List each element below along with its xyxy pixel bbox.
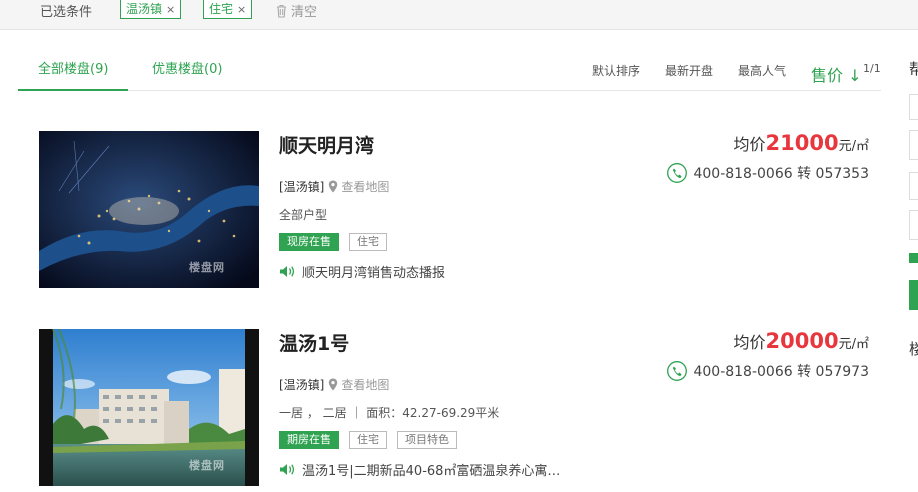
project-feature-badge: 项目特色	[397, 431, 457, 449]
listing-tabs-bar: 全部楼盘(9) 优惠楼盘(0) 默认排序 最新开盘 最高人气 售价 ↓ 1/1	[18, 55, 881, 91]
property-location: [温汤镇] 查看地图	[279, 178, 389, 195]
tab-all-properties[interactable]: 全部楼盘(9)	[18, 55, 129, 91]
phone-contact[interactable]: 400-818-0066 转 057973	[667, 361, 869, 381]
sidebar-input[interactable]	[909, 94, 918, 120]
view-map-label: 查看地图	[341, 180, 390, 194]
property-badges: 期房在售 住宅 项目特色	[279, 431, 467, 449]
sidebar-input[interactable]	[909, 210, 918, 240]
sidebar-input[interactable]	[909, 172, 918, 200]
sidebar-checkbox[interactable]	[909, 253, 918, 263]
sidebar-heading: 楼	[909, 340, 918, 358]
property-listing: 楼盘网 温汤1号 [温汤镇] 查看地图 一居 ， 二居 ｜ 面积：42.27-6…	[39, 329, 879, 489]
sort-price[interactable]: 售价 ↓	[811, 62, 862, 86]
property-listing: 楼盘网 顺天明月湾 [温汤镇] 查看地图 全部户型 现房在售 住宅 顺天明月湾销…	[39, 131, 879, 291]
property-location: [温汤镇] 查看地图	[279, 376, 389, 393]
property-layout: 全部户型	[279, 208, 328, 222]
remove-filter-icon[interactable]: ×	[237, 3, 246, 16]
building-render-image	[39, 329, 259, 486]
view-map-link[interactable]: 查看地图	[328, 178, 389, 195]
filter-tag-district[interactable]: 温汤镇 ×	[120, 0, 182, 19]
right-sidebar-clipped: 帮 楼	[909, 0, 918, 492]
tab-discounted-properties[interactable]: 优惠楼盘(0)	[152, 55, 222, 91]
sort-popular[interactable]: 最高人气	[738, 62, 786, 79]
selected-filters-bar: 已选条件 温汤镇 × 住宅 × 清空	[0, 0, 918, 30]
sort-price-label: 售价	[811, 66, 844, 85]
phone-number: 400-818-0066 转 057973	[693, 364, 869, 380]
property-district[interactable]: [温汤镇]	[279, 178, 324, 195]
property-news-link[interactable]: 温汤1号|二期新品40-68㎡富硒温泉养心寓…	[279, 460, 560, 479]
speaker-icon	[280, 464, 295, 475]
sidebar-heading: 帮	[909, 60, 918, 78]
sort-newest[interactable]: 最新开盘	[665, 62, 713, 79]
property-type-badge: 住宅	[349, 431, 387, 449]
price-contact: 均价20000元/㎡ 400-818-0066 转 057973	[667, 329, 869, 381]
clear-filters-label: 清空	[291, 5, 318, 20]
sale-status-badge: 现房在售	[279, 233, 339, 251]
property-district[interactable]: [温汤镇]	[279, 376, 324, 393]
average-price: 均价21000元/㎡	[667, 131, 869, 155]
filter-tag-label: 住宅	[209, 2, 234, 16]
filters-label: 已选条件	[40, 5, 93, 20]
phone-contact[interactable]: 400-818-0066 转 057353	[667, 163, 869, 183]
property-photo[interactable]: 楼盘网	[39, 131, 259, 288]
property-news-text: 顺天明月湾销售动态播报	[302, 266, 446, 281]
watermark-logo: 楼盘网	[189, 459, 225, 472]
property-type-badge: 住宅	[349, 233, 387, 251]
price-unit: 元/㎡	[838, 337, 869, 352]
price-unit: 元/㎡	[838, 139, 869, 154]
view-map-label: 查看地图	[341, 378, 390, 392]
page-indicator: 1/1	[863, 62, 881, 75]
sort-default[interactable]: 默认排序	[592, 62, 640, 79]
trash-icon	[277, 4, 286, 18]
property-name[interactable]: 温汤1号	[279, 329, 349, 356]
property-name[interactable]: 顺天明月湾	[279, 131, 374, 158]
sidebar-submit-button[interactable]	[909, 280, 918, 310]
map-pin-icon	[329, 378, 338, 391]
clear-filters-button[interactable]: 清空	[275, 1, 317, 20]
property-news-link[interactable]: 顺天明月湾销售动态播报	[279, 262, 445, 281]
phone-icon	[667, 361, 688, 381]
property-photo[interactable]: 楼盘网	[39, 329, 259, 486]
speaker-icon	[280, 266, 295, 277]
view-map-link[interactable]: 查看地图	[328, 376, 389, 393]
filter-tag-type[interactable]: 住宅 ×	[203, 0, 253, 19]
arrow-down-icon: ↓	[848, 66, 862, 85]
sale-status-badge: 期房在售	[279, 431, 339, 449]
filter-tag-label: 温汤镇	[126, 2, 163, 16]
watermark-logo: 楼盘网	[189, 261, 225, 274]
property-layout: 一居 ， 二居 ｜ 面积：42.27-69.29平米	[279, 406, 500, 420]
property-badges: 现房在售 住宅	[279, 233, 397, 251]
average-price: 均价20000元/㎡	[667, 329, 869, 353]
phone-icon	[667, 163, 688, 183]
price-prefix: 均价	[733, 333, 766, 352]
remove-filter-icon[interactable]: ×	[166, 3, 175, 16]
price-value: 20000	[765, 329, 839, 353]
sidebar-input[interactable]	[909, 130, 918, 160]
phone-number: 400-818-0066 转 057353	[693, 166, 869, 182]
map-pin-icon	[329, 180, 338, 193]
price-prefix: 均价	[733, 135, 766, 154]
night-aerial-image	[39, 131, 259, 288]
property-news-text: 温汤1号|二期新品40-68㎡富硒温泉养心寓…	[302, 464, 561, 479]
price-value: 21000	[765, 131, 839, 155]
price-contact: 均价21000元/㎡ 400-818-0066 转 057353	[667, 131, 869, 183]
